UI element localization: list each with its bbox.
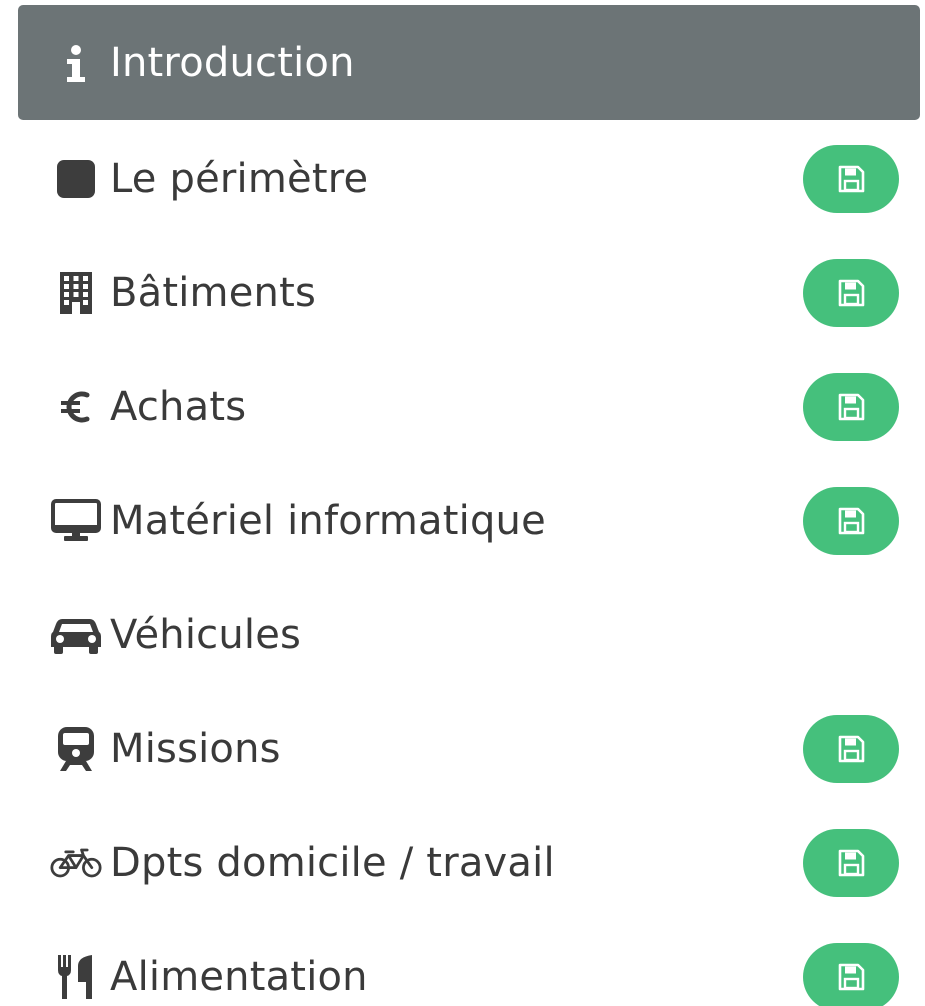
nav-item-deplacements-domicile-travail[interactable]: Dpts domicile / travail [18,806,920,920]
save-button[interactable] [803,487,899,555]
car-icon [50,609,102,661]
floppy-disk-icon [836,164,866,194]
nav-item-label: Missions [110,726,281,772]
desktop-icon [50,495,102,547]
square-icon [50,153,102,205]
cutlery-icon [50,951,102,1003]
save-button[interactable] [803,829,899,897]
nav-item-alimentation[interactable]: Alimentation [18,920,920,1006]
nav-item-materiel-informatique[interactable]: Matériel informatique [18,464,920,578]
nav-item-label: Alimentation [110,954,368,1000]
floppy-disk-icon [836,392,866,422]
bicycle-icon [50,837,102,889]
nav-item-label: Le périmètre [110,156,369,202]
save-button[interactable] [803,259,899,327]
section-nav: Introduction Le périmètre Bâtiments Acha… [0,0,925,1006]
nav-item-introduction[interactable]: Introduction [18,5,920,120]
info-icon [50,37,102,89]
nav-item-achats[interactable]: Achats [18,350,920,464]
nav-item-label: Matériel informatique [110,498,546,544]
building-icon [50,267,102,319]
nav-item-label: Véhicules [110,612,302,658]
floppy-disk-icon [836,278,866,308]
floppy-disk-icon [836,506,866,536]
nav-item-perimetre[interactable]: Le périmètre [18,122,920,236]
floppy-disk-icon [836,962,866,992]
nav-item-batiments[interactable]: Bâtiments [18,236,920,350]
save-button[interactable] [803,715,899,783]
train-icon [50,723,102,775]
floppy-disk-icon [836,734,866,764]
nav-item-label: Dpts domicile / travail [110,840,555,886]
nav-item-missions[interactable]: Missions [18,692,920,806]
nav-item-label: Achats [110,384,247,430]
save-button[interactable] [803,373,899,441]
euro-icon [50,381,102,433]
nav-item-label: Introduction [110,39,355,86]
save-button[interactable] [803,145,899,213]
save-button[interactable] [803,943,899,1006]
nav-item-vehicules[interactable]: Véhicules [18,578,920,692]
nav-item-label: Bâtiments [110,270,316,316]
floppy-disk-icon [836,848,866,878]
